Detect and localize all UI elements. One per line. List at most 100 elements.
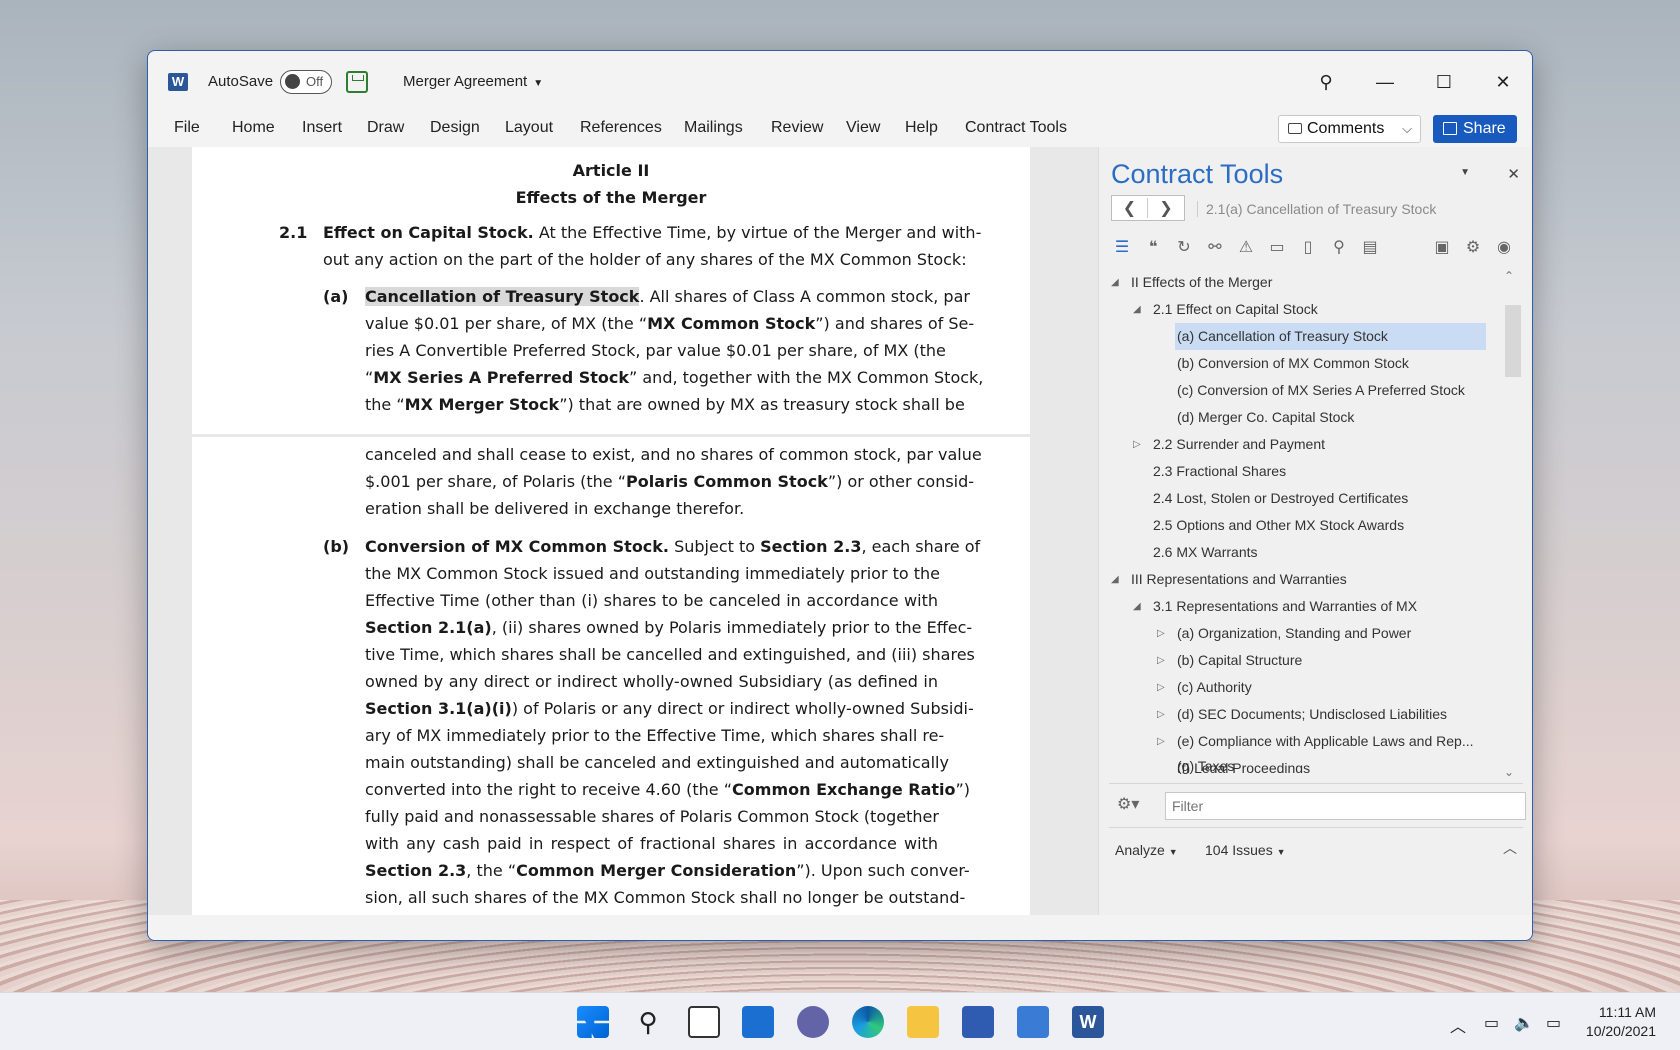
nav-buttons: ❮ ❯ [1111, 195, 1185, 221]
expand-toggle-icon[interactable]: ▷ [1157, 728, 1165, 755]
scroll-up-icon[interactable]: ⌃ [1504, 269, 1514, 283]
hierarchy-icon[interactable]: ⚯ [1204, 237, 1226, 259]
forward-arrow-icon[interactable]: ❯ [1148, 198, 1184, 218]
tab-layout[interactable]: Layout [505, 119, 553, 137]
volume-icon[interactable]: 🔈 [1514, 1013, 1534, 1033]
document-title-dropdown[interactable]: Merger Agreement ▼ [403, 73, 543, 90]
network-icon[interactable]: ▭ [1484, 1013, 1499, 1033]
close-button[interactable]: ✕ [1488, 67, 1518, 97]
tab-home[interactable]: Home [232, 119, 275, 137]
teams-chat-icon[interactable] [797, 1006, 829, 1038]
tab-insert[interactable]: Insert [302, 119, 342, 137]
comments-label: Comments [1307, 120, 1385, 137]
expand-toggle-icon[interactable]: ▷ [1157, 674, 1165, 701]
document-icon[interactable]: ▯ [1297, 237, 1319, 259]
filter-input[interactable] [1165, 792, 1526, 820]
clipboard-icon[interactable]: ▤ [1359, 237, 1381, 259]
gear-icon[interactable]: ⚙▾ [1117, 794, 1139, 814]
tree-item[interactable]: ▷ (a) Organization, Standing and Power [1157, 620, 1411, 647]
warning-icon[interactable]: ⚠ [1235, 237, 1257, 259]
tree-item[interactable]: ◢ III Representations and Warranties [1111, 566, 1347, 593]
expand-toggle-icon[interactable]: ◢ [1111, 269, 1119, 296]
pane-options-dropdown[interactable]: ▼ [1460, 167, 1470, 178]
mail-icon[interactable] [1017, 1006, 1049, 1038]
issues-dropdown[interactable]: 104 Issues ▼ [1205, 842, 1286, 858]
expand-toggle-icon[interactable]: ▷ [1133, 431, 1141, 458]
chevron-up-icon[interactable]: ︿ [1503, 838, 1517, 858]
expand-toggle-icon[interactable]: ▷ [1157, 620, 1165, 647]
comment-icon[interactable]: ▭ [1266, 237, 1288, 259]
expand-toggle-icon[interactable]: ▷ [1157, 647, 1165, 674]
taskbar: ⚲ W ︿ ▭ 🔈 ▭ 11:11 AM 10/20/2021 [0, 992, 1680, 1050]
tab-file[interactable]: File [174, 119, 200, 137]
save-icon[interactable] [346, 71, 368, 93]
tree-item[interactable]: 2.3 Fractional Shares [1153, 458, 1286, 485]
paragraph-line: ary of MX immediately prior to the Effec… [365, 726, 945, 745]
paragraph-line: Conversion of MX Common Stock. Subject t… [365, 537, 981, 556]
paragraph-line: tive Time, which shares shall be cancell… [365, 645, 975, 664]
scrollbar-thumb[interactable] [1505, 305, 1521, 377]
search-icon[interactable]: ⚲ [1311, 67, 1341, 97]
tree-item[interactable]: ◢ 3.1 Representations and Warranties of M… [1133, 593, 1417, 620]
tree-item[interactable]: (g) Taxes [1177, 755, 1234, 777]
chevron-up-icon[interactable]: ︿ [1450, 1013, 1466, 1037]
file-explorer-icon[interactable] [907, 1006, 939, 1038]
outline-icon[interactable]: ☰ [1111, 237, 1133, 259]
tree-item[interactable]: ▷ 2.2 Surrender and Payment [1133, 431, 1325, 458]
minimize-button[interactable]: — [1370, 67, 1400, 97]
store-icon[interactable] [962, 1006, 994, 1038]
tree-item[interactable]: (d) Merger Co. Capital Stock [1177, 404, 1354, 431]
comments-button[interactable]: Comments ⌵ [1278, 115, 1421, 143]
search-icon[interactable]: ⚲ [632, 1006, 664, 1038]
start-icon[interactable] [577, 1006, 609, 1038]
tab-view[interactable]: View [846, 119, 880, 137]
word-taskbar-icon[interactable]: W [1072, 1006, 1104, 1038]
autosave-state: Off [306, 74, 324, 89]
tree-item[interactable]: ▷ (e) Compliance with Applicable Laws and… [1157, 728, 1474, 755]
share-label: Share [1463, 120, 1506, 137]
gear-icon[interactable]: ⚙ [1462, 237, 1484, 259]
tree-item[interactable]: ▷ (d) SEC Documents; Undisclosed Liabilit… [1157, 701, 1447, 728]
tree-item[interactable]: (c) Conversion of MX Series A Preferred … [1177, 377, 1465, 404]
tree-item[interactable]: 2.4 Lost, Stolen or Destroyed Certificat… [1153, 485, 1408, 512]
pane-close-button[interactable]: ✕ [1507, 165, 1520, 183]
tab-contract-tools[interactable]: Contract Tools [965, 119, 1067, 137]
battery-icon[interactable]: ▭ [1546, 1013, 1561, 1033]
scroll-down-icon[interactable]: ⌄ [1504, 765, 1514, 779]
expand-toggle-icon[interactable]: ◢ [1133, 296, 1141, 323]
quote-icon[interactable]: ❝ [1142, 237, 1164, 259]
widgets-icon[interactable] [742, 1006, 774, 1038]
tree-item[interactable]: ▷ (c) Authority [1157, 674, 1252, 701]
analyze-dropdown[interactable]: Analyze ▼ [1115, 842, 1178, 858]
user-icon[interactable]: ◉ [1493, 237, 1515, 259]
tab-mailings[interactable]: Mailings [684, 119, 743, 137]
expand-toggle-icon[interactable]: ▷ [1157, 701, 1165, 728]
tree-item-selected[interactable]: (a) Cancellation of Treasury Stock [1175, 323, 1486, 350]
back-arrow-icon[interactable]: ❮ [1112, 198, 1148, 218]
expand-toggle-icon[interactable]: ◢ [1111, 566, 1119, 593]
chevron-down-icon[interactable]: ⌵ [1402, 116, 1412, 142]
search-icon[interactable]: ⚲ [1328, 237, 1350, 259]
task-view-icon[interactable] [688, 1006, 720, 1038]
tree-item[interactable]: 2.6 MX Warrants [1153, 539, 1258, 566]
tab-help[interactable]: Help [905, 119, 938, 137]
share-button[interactable]: Share [1433, 115, 1517, 143]
edge-icon[interactable] [852, 1006, 884, 1038]
autosave-toggle[interactable]: Off [280, 70, 332, 94]
tree-item[interactable]: ◢ II Effects of the Merger [1111, 269, 1272, 296]
tab-draw[interactable]: Draw [367, 119, 404, 137]
tab-design[interactable]: Design [430, 119, 480, 137]
redo-icon[interactable]: ↻ [1173, 237, 1195, 259]
paragraph-line: with any cash paid in respect of fractio… [365, 834, 938, 853]
tree-item[interactable]: 2.5 Options and Other MX Stock Awards [1153, 512, 1404, 539]
document-canvas[interactable]: Article II Effects of the Merger 2.1 Eff… [148, 147, 1098, 915]
tree-item[interactable]: ▷ (b) Capital Structure [1157, 647, 1302, 674]
maximize-button[interactable]: ☐ [1429, 67, 1459, 97]
expand-toggle-icon[interactable]: ◢ [1133, 593, 1141, 620]
tree-item[interactable]: ◢ 2.1 Effect on Capital Stock [1133, 296, 1318, 323]
tab-review[interactable]: Review [771, 119, 823, 137]
tree-item[interactable]: (b) Conversion of MX Common Stock [1177, 350, 1409, 377]
tab-references[interactable]: References [580, 119, 662, 137]
file-settings-icon[interactable]: ▣ [1431, 237, 1453, 259]
clock[interactable]: 11:11 AM 10/20/2021 [1586, 1003, 1656, 1041]
